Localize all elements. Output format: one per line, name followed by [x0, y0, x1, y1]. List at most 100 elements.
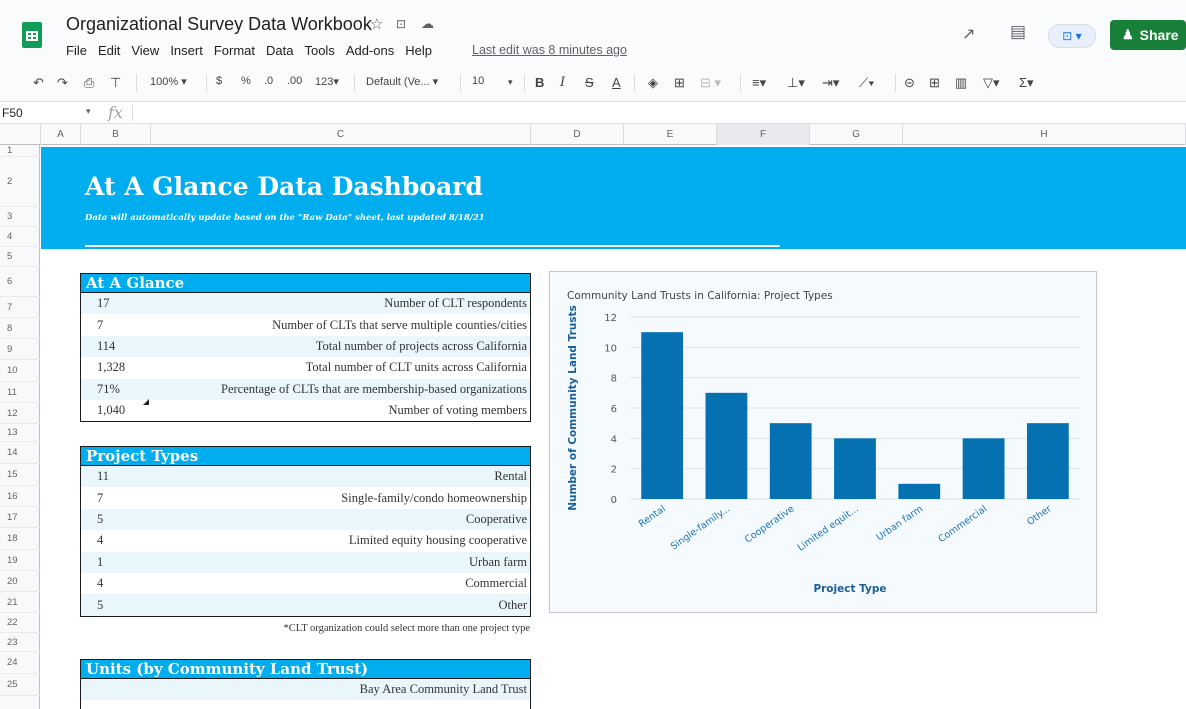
sheets-logo-icon[interactable] [22, 22, 42, 48]
row-header-item[interactable]: 12 [0, 403, 40, 424]
row-header-item[interactable]: 13 [0, 424, 40, 442]
table-row[interactable]: 5 Cooperative [81, 508, 530, 531]
row-header-item[interactable]: 18 [0, 528, 40, 550]
borders-icon[interactable]: ⊞ [674, 75, 685, 91]
currency-format-button[interactable]: $ [216, 75, 222, 87]
menu-format[interactable]: Format [214, 43, 255, 58]
project-types-chart[interactable]: Community Land Trusts in California: Pro… [549, 271, 1097, 613]
horizontal-align-icon[interactable]: ≡▾ [752, 75, 766, 91]
name-box-chevron-icon[interactable]: ▾ [86, 106, 91, 117]
cell-reference[interactable]: F50 [2, 106, 23, 120]
cloud-status-icon[interactable]: ☁ [421, 16, 434, 32]
font-size-select[interactable]: 10 [472, 75, 484, 87]
row-header-item[interactable]: 15 [0, 464, 40, 486]
row-header-item[interactable]: 4 [0, 227, 40, 247]
move-folder-icon[interactable]: ⊡ [396, 17, 406, 31]
row-header-item[interactable]: 24 [0, 652, 40, 674]
row-header-item[interactable]: 2 [0, 157, 40, 207]
menu-edit[interactable]: Edit [98, 43, 120, 58]
column-header-g[interactable]: G [810, 124, 903, 145]
row-header-item[interactable]: 9 [0, 339, 40, 360]
row-header-item[interactable]: 20 [0, 571, 40, 592]
table-row[interactable]: 4 Limited equity housing cooperative [81, 530, 530, 552]
share-button[interactable]: ♟ Share [1110, 20, 1186, 50]
at-a-glance-title[interactable]: At A Glance [80, 273, 531, 293]
column-header-f[interactable]: F [717, 124, 810, 145]
row-header-item[interactable]: 5 [0, 247, 40, 267]
table-row[interactable]: 5 Other [81, 594, 530, 616]
menu-insert[interactable]: Insert [170, 43, 203, 58]
column-header-a[interactable]: A [41, 124, 81, 145]
table-row[interactable]: Bay Area Community Land Trust [81, 679, 530, 701]
column-header-b[interactable]: B [81, 124, 151, 145]
comments-icon[interactable]: ▤ [1010, 22, 1026, 42]
table-row[interactable]: 1 Urban farm [81, 551, 530, 573]
table-row[interactable] [81, 700, 530, 709]
row-header-item[interactable]: 16 [0, 486, 40, 507]
paint-format-icon[interactable]: ⊤ [110, 75, 121, 91]
row-header-item[interactable]: 8 [0, 318, 40, 339]
decrease-decimal-button[interactable]: .0 [264, 75, 273, 87]
select-all-corner[interactable] [0, 124, 41, 145]
star-icon[interactable]: ☆ [370, 15, 383, 33]
row-header-item[interactable]: 10 [0, 360, 40, 382]
table-row[interactable]: 71% Percentage of CLTs that are membershi… [81, 378, 530, 400]
functions-icon[interactable]: Σ▾ [1019, 75, 1034, 91]
bold-icon[interactable]: B [535, 75, 544, 90]
table-row[interactable]: 114 Total number of projects across Calif… [81, 335, 530, 358]
print-icon[interactable]: ⎙ [84, 75, 94, 91]
italic-icon[interactable]: I [560, 75, 565, 90]
row-header-item[interactable]: 11 [0, 382, 40, 403]
vertical-align-icon[interactable]: ⊥▾ [787, 75, 805, 91]
merge-cells-icon[interactable]: ⊟ ▾ [700, 75, 721, 91]
formula-input[interactable] [136, 104, 1176, 122]
redo-icon[interactable]: ↷ [57, 75, 68, 91]
undo-icon[interactable]: ↶ [33, 75, 44, 91]
table-row[interactable]: 11 Rental [81, 466, 530, 488]
menu-addons[interactable]: Add-ons [346, 43, 394, 58]
comment-marker-icon[interactable] [143, 398, 149, 405]
menu-data[interactable]: Data [266, 43, 293, 58]
increase-decimal-button[interactable]: .00 [287, 75, 302, 87]
table-row[interactable]: 17 Number of CLT respondents [81, 293, 530, 315]
strikethrough-icon[interactable]: S [585, 75, 594, 90]
activity-trend-icon[interactable]: ↗ [962, 24, 975, 44]
column-header-d[interactable]: D [531, 124, 624, 145]
menu-help[interactable]: Help [405, 43, 432, 58]
row-header-item[interactable]: 17 [0, 507, 40, 528]
row-header-item[interactable]: 6 [0, 267, 40, 297]
document-title[interactable]: Organizational Survey Data Workbook [66, 14, 372, 35]
table-row[interactable]: 1,328 Total number of CLT units across Ca… [81, 357, 530, 379]
row-header-item[interactable]: 22 [0, 613, 40, 633]
filter-icon[interactable]: ▽▾ [983, 75, 1000, 91]
last-edit-link[interactable]: Last edit was 8 minutes ago [472, 43, 627, 57]
row-header-item[interactable]: 21 [0, 592, 40, 613]
insert-comment-icon[interactable]: ⊞ [929, 75, 940, 91]
row-header-item[interactable]: 7 [0, 297, 40, 318]
zoom-select[interactable]: 100% ▾ [150, 75, 187, 88]
column-header-e[interactable]: E [624, 124, 717, 145]
present-button[interactable]: ⊡ ▾ [1048, 24, 1096, 48]
insert-chart-icon[interactable]: ▥ [955, 75, 967, 91]
menu-file[interactable]: File [66, 43, 87, 58]
insert-link-icon[interactable]: ⊝ [904, 75, 915, 91]
row-header-item[interactable]: 14 [0, 442, 40, 464]
fill-color-icon[interactable]: ◈ [648, 75, 658, 91]
text-rotation-icon[interactable]: ⟋▾ [859, 75, 874, 91]
text-color-icon[interactable]: A [612, 75, 621, 90]
font-select[interactable]: Default (Ve... ▾ [366, 75, 438, 88]
row-header-item[interactable]: 23 [0, 633, 40, 652]
column-header-h[interactable]: H [903, 124, 1186, 145]
row-header-item[interactable]: 19 [0, 550, 40, 571]
font-size-chevron-icon[interactable]: ▾ [508, 77, 513, 88]
units-title[interactable]: Units (by Community Land Trust) [80, 659, 531, 679]
text-wrapping-icon[interactable]: ⇥▾ [822, 75, 839, 91]
menu-view[interactable]: View [131, 43, 159, 58]
more-formats-select[interactable]: 123▾ [315, 75, 339, 88]
percent-format-button[interactable]: % [241, 75, 251, 87]
table-row[interactable]: 7 Number of CLTs that serve multiple coun… [81, 314, 530, 336]
table-row[interactable]: 7 Single-family/condo homeownership [81, 487, 530, 509]
table-row[interactable]: 4 Commercial [81, 572, 530, 595]
row-header-item[interactable]: 3 [0, 207, 40, 227]
table-row[interactable]: 1,040 Number of voting members [81, 398, 530, 422]
